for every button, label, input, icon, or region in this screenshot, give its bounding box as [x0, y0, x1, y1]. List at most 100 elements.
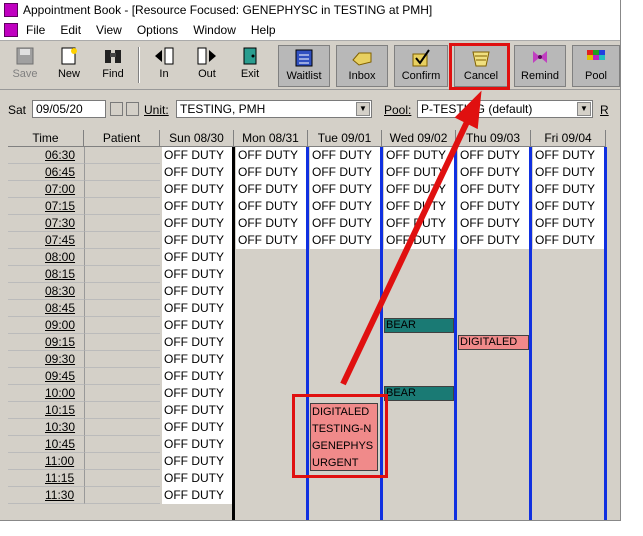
off-duty-cell[interactable]: OFF DUTY: [533, 181, 606, 198]
pool-button[interactable]: Pool: [572, 45, 620, 87]
patient-cell[interactable]: [84, 436, 160, 453]
patient-cell[interactable]: [84, 402, 160, 419]
pool-select[interactable]: P-TESTING (default) ▼: [417, 100, 593, 118]
off-duty-cell[interactable]: OFF DUTY: [162, 436, 234, 453]
patient-cell[interactable]: [84, 249, 160, 266]
chevron-down-icon[interactable]: ▼: [577, 102, 591, 116]
patient-cell[interactable]: [84, 453, 160, 470]
out-button[interactable]: Out: [188, 44, 226, 86]
off-duty-cell[interactable]: OFF DUTY: [162, 283, 234, 300]
patient-cell[interactable]: [84, 283, 160, 300]
time-slot[interactable]: 06:45: [8, 164, 84, 181]
off-duty-cell[interactable]: OFF DUTY: [533, 164, 606, 181]
patient-cell[interactable]: [84, 487, 160, 504]
time-slot[interactable]: 11:00: [8, 453, 84, 470]
off-duty-cell[interactable]: OFF DUTY: [458, 232, 531, 249]
off-duty-cell[interactable]: OFF DUTY: [310, 181, 382, 198]
patient-cell[interactable]: [84, 215, 160, 232]
off-duty-cell[interactable]: OFF DUTY: [162, 215, 234, 232]
waitlist-button[interactable]: Waitlist: [278, 45, 330, 87]
time-slot[interactable]: 10:15: [8, 402, 84, 419]
patient-cell[interactable]: [84, 334, 160, 351]
time-slot[interactable]: 11:15: [8, 470, 84, 487]
off-duty-cell[interactable]: OFF DUTY: [162, 249, 234, 266]
inbox-button[interactable]: Inbox: [336, 45, 388, 87]
patient-cell[interactable]: [84, 317, 160, 334]
off-duty-cell[interactable]: OFF DUTY: [533, 147, 606, 164]
confirm-button[interactable]: Confirm: [394, 45, 448, 87]
time-slot[interactable]: 11:30: [8, 487, 84, 504]
off-duty-cell[interactable]: OFF DUTY: [458, 147, 531, 164]
time-slot[interactable]: 07:30: [8, 215, 84, 232]
time-slot[interactable]: 09:45: [8, 368, 84, 385]
calendar-icon[interactable]: [110, 102, 123, 116]
menu-view[interactable]: View: [96, 23, 122, 37]
patient-cell[interactable]: [84, 266, 160, 283]
time-slot[interactable]: 08:45: [8, 300, 84, 317]
menu-window[interactable]: Window: [193, 23, 236, 37]
off-duty-cell[interactable]: OFF DUTY: [533, 232, 606, 249]
time-slot[interactable]: 09:15: [8, 334, 84, 351]
patient-cell[interactable]: [84, 470, 160, 487]
document-icon[interactable]: [4, 23, 18, 37]
off-duty-cell[interactable]: OFF DUTY: [310, 147, 382, 164]
appointment-block[interactable]: BEAR: [384, 318, 454, 333]
patient-cell[interactable]: [84, 385, 160, 402]
off-duty-cell[interactable]: OFF DUTY: [458, 215, 531, 232]
patient-cell[interactable]: [84, 147, 160, 164]
off-duty-cell[interactable]: OFF DUTY: [384, 198, 456, 215]
time-slot[interactable]: 10:00: [8, 385, 84, 402]
patient-cell[interactable]: [84, 181, 160, 198]
off-duty-cell[interactable]: OFF DUTY: [310, 198, 382, 215]
time-slot[interactable]: 10:30: [8, 419, 84, 436]
off-duty-cell[interactable]: OFF DUTY: [162, 419, 234, 436]
off-duty-cell[interactable]: OFF DUTY: [162, 470, 234, 487]
off-duty-cell[interactable]: OFF DUTY: [384, 215, 456, 232]
off-duty-cell[interactable]: OFF DUTY: [162, 300, 234, 317]
off-duty-cell[interactable]: OFF DUTY: [162, 232, 234, 249]
off-duty-cell[interactable]: OFF DUTY: [236, 215, 308, 232]
off-duty-cell[interactable]: OFF DUTY: [162, 402, 234, 419]
in-button[interactable]: In: [145, 44, 183, 86]
off-duty-cell[interactable]: OFF DUTY: [384, 164, 456, 181]
off-duty-cell[interactable]: OFF DUTY: [310, 164, 382, 181]
off-duty-cell[interactable]: OFF DUTY: [533, 215, 606, 232]
off-duty-cell[interactable]: OFF DUTY: [236, 164, 308, 181]
off-duty-cell[interactable]: OFF DUTY: [310, 215, 382, 232]
off-duty-cell[interactable]: OFF DUTY: [162, 351, 234, 368]
off-duty-cell[interactable]: OFF DUTY: [458, 181, 531, 198]
header-thu[interactable]: Thu 09/03: [456, 130, 531, 147]
header-patient[interactable]: Patient: [84, 130, 160, 147]
remind-button[interactable]: Remind: [514, 45, 566, 87]
time-slot[interactable]: 08:30: [8, 283, 84, 300]
off-duty-cell[interactable]: OFF DUTY: [162, 487, 234, 504]
time-slot[interactable]: 07:15: [8, 198, 84, 215]
unit-select[interactable]: TESTING, PMH ▼: [176, 100, 372, 118]
off-duty-cell[interactable]: OFF DUTY: [162, 147, 234, 164]
time-slot[interactable]: 09:30: [8, 351, 84, 368]
patient-cell[interactable]: [84, 419, 160, 436]
header-tue[interactable]: Tue 09/01: [308, 130, 382, 147]
patient-cell[interactable]: [84, 164, 160, 181]
patient-cell[interactable]: [84, 198, 160, 215]
time-slot[interactable]: 10:45: [8, 436, 84, 453]
find-button[interactable]: Find: [94, 44, 132, 86]
off-duty-cell[interactable]: OFF DUTY: [236, 198, 308, 215]
time-slot[interactable]: 09:00: [8, 317, 84, 334]
off-duty-cell[interactable]: OFF DUTY: [458, 198, 531, 215]
menu-help[interactable]: Help: [251, 23, 276, 37]
off-duty-cell[interactable]: OFF DUTY: [384, 147, 456, 164]
time-slot[interactable]: 06:30: [8, 147, 84, 164]
off-duty-cell[interactable]: OFF DUTY: [533, 198, 606, 215]
header-wed[interactable]: Wed 09/02: [382, 130, 456, 147]
date-field[interactable]: 09/05/20: [32, 100, 106, 118]
time-slot[interactable]: 07:45: [8, 232, 84, 249]
off-duty-cell[interactable]: OFF DUTY: [162, 453, 234, 470]
off-duty-cell[interactable]: OFF DUTY: [162, 198, 234, 215]
header-mon[interactable]: Mon 08/31: [234, 130, 308, 147]
patient-cell[interactable]: [84, 232, 160, 249]
menu-edit[interactable]: Edit: [60, 23, 81, 37]
off-duty-cell[interactable]: OFF DUTY: [162, 181, 234, 198]
off-duty-cell[interactable]: OFF DUTY: [162, 368, 234, 385]
off-duty-cell[interactable]: OFF DUTY: [458, 164, 531, 181]
